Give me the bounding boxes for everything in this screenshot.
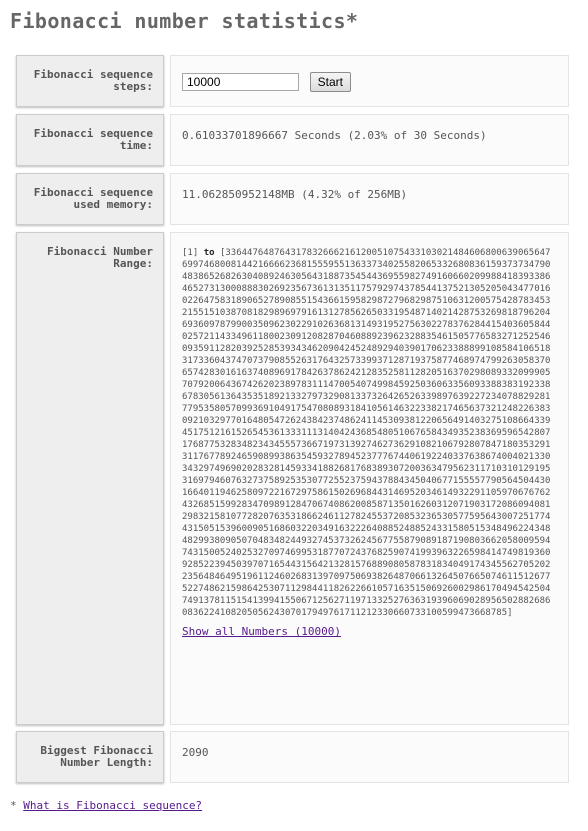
start-button[interactable]: Start — [309, 72, 351, 92]
range-prefix: [1] — [182, 248, 204, 258]
memory-value: 11.062850952148MB (4.32% of 256MB) — [170, 173, 569, 225]
range-to: to — [203, 248, 215, 258]
steps-input[interactable]: 10000 — [182, 73, 299, 91]
fibonacci-range-text: [1] to [33644764876431783266621612005107… — [182, 247, 554, 619]
footer-asterisk: * — [10, 799, 24, 812]
footer: * What is Fibonacci sequence? — [10, 799, 202, 812]
memory-row: Fibonacci sequence used memory: 11.06285… — [16, 173, 569, 225]
what-is-fibonacci-link[interactable]: What is Fibonacci sequence? — [23, 799, 202, 812]
page-title: Fibonacci number statistics* — [10, 9, 359, 33]
time-row: Fibonacci sequence time: 0.6103370189666… — [16, 114, 569, 166]
time-value: 0.61033701896667 Seconds (2.03% of 30 Se… — [170, 114, 569, 166]
range-value-cell: [1] to [33644764876431783266621612005107… — [170, 232, 569, 725]
length-label: Biggest Fibonacci Number Length: — [16, 731, 164, 783]
range-number: [336447648764317832666216120051075433103… — [182, 248, 551, 618]
steps-row: Fibonacci sequence steps: 10000 Start — [16, 55, 569, 107]
steps-label: Fibonacci sequence steps: — [16, 55, 164, 107]
range-label: Fibonacci Number Range: — [16, 232, 164, 725]
show-all-numbers-link[interactable]: Show all Numbers (10000) — [182, 625, 558, 638]
memory-label: Fibonacci sequence used memory: — [16, 173, 164, 225]
length-value: 2090 — [170, 731, 569, 783]
steps-value-cell: 10000 Start — [170, 55, 569, 107]
range-row: Fibonacci Number Range: [1] to [33644764… — [16, 232, 569, 725]
length-row: Biggest Fibonacci Number Length: 2090 — [16, 731, 569, 783]
time-label: Fibonacci sequence time: — [16, 114, 164, 166]
